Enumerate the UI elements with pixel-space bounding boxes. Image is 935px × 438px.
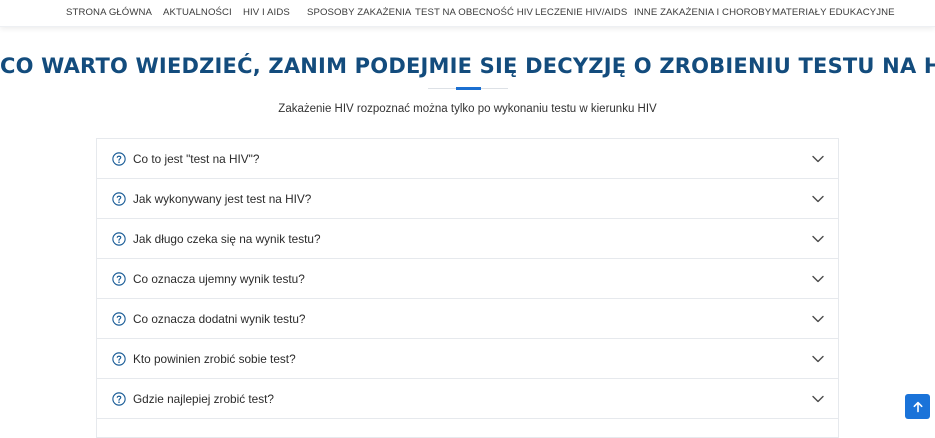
question-circle-icon: [112, 352, 126, 366]
chevron-down-icon: [812, 195, 824, 203]
faq-item[interactable]: Co oznacza ujemny wynik testu?: [97, 259, 838, 299]
chevron-down-icon: [812, 355, 824, 363]
faq-question: Jak długo czeka się na wynik testu?: [133, 232, 321, 246]
question-circle-icon: [112, 312, 126, 326]
chevron-down-icon: [812, 235, 824, 243]
title-divider-accent: [456, 87, 481, 90]
question-circle-icon: [112, 232, 126, 246]
faq-question: Kto powinien zrobić sobie test?: [133, 352, 296, 366]
faq-accordion: Co to jest "test na HIV"? Jak wykonywany…: [96, 138, 839, 438]
faq-question: Co oznacza dodatni wynik testu?: [133, 312, 306, 326]
top-navigation: STRONA GŁÓWNA AKTUALNOŚCI HIV I AIDS SPO…: [0, 0, 935, 27]
nav-item-hiv-test[interactable]: TEST NA OBECNOŚĆ HIV: [415, 7, 533, 18]
faq-item[interactable]: Gdzie najlepiej zrobić test?: [97, 379, 838, 419]
question-circle-icon: [112, 392, 126, 406]
question-circle-icon: [112, 272, 126, 286]
chevron-down-icon: [812, 155, 824, 163]
faq-item[interactable]: Kto powinien zrobić sobie test?: [97, 339, 838, 379]
chevron-down-icon: [812, 395, 824, 403]
nav-item-hiv-aids[interactable]: HIV I AIDS: [243, 7, 290, 18]
faq-question: Co to jest "test na HIV"?: [133, 152, 260, 166]
faq-item[interactable]: Jak wykonywany jest test na HIV?: [97, 179, 838, 219]
nav-item-other-infections[interactable]: INNE ZAKAŻENIA I CHOROBY: [634, 7, 771, 18]
arrow-up-icon: [913, 401, 922, 412]
faq-item[interactable]: Co to jest "test na HIV"?: [97, 139, 838, 179]
faq-question: Jak wykonywany jest test na HIV?: [133, 192, 312, 206]
question-circle-icon: [112, 192, 126, 206]
faq-question: Co oznacza ujemny wynik testu?: [133, 272, 305, 286]
scroll-to-top-button[interactable]: [905, 394, 930, 419]
question-circle-icon: [112, 152, 126, 166]
nav-item-news[interactable]: AKTUALNOŚCI: [163, 7, 232, 18]
nav-item-materials[interactable]: MATERIAŁY EDUKACYJNE: [772, 7, 895, 18]
nav-item-home[interactable]: STRONA GŁÓWNA: [66, 7, 152, 18]
chevron-down-icon: [812, 315, 824, 323]
page-title: CO WARTO WIEDZIEĆ, ZANIM PODEJMIE SIĘ DE…: [0, 54, 935, 78]
chevron-down-icon: [812, 275, 824, 283]
nav-item-transmission[interactable]: SPOSOBY ZAKAŻENIA: [307, 7, 411, 18]
faq-item[interactable]: Jak długo czeka się na wynik testu?: [97, 219, 838, 259]
faq-item[interactable]: Co oznacza dodatni wynik testu?: [97, 299, 838, 339]
nav-item-treatment[interactable]: LECZENIE HIV/AIDS: [535, 7, 627, 18]
faq-question: Gdzie najlepiej zrobić test?: [133, 392, 274, 406]
page-subtitle: Zakażenie HIV rozpoznać można tylko po w…: [278, 103, 657, 115]
